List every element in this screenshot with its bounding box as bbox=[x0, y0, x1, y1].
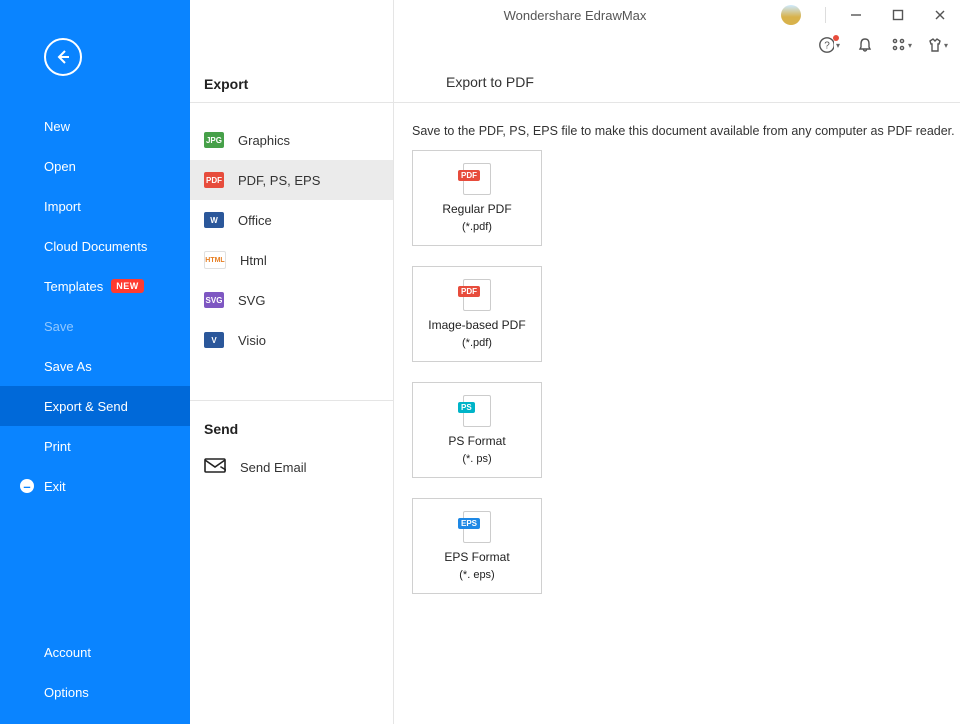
export-item-label: Visio bbox=[238, 333, 266, 348]
export-item-label: PDF, PS, EPS bbox=[238, 173, 320, 188]
export-header: Export bbox=[190, 0, 393, 104]
card-ext: (*. eps) bbox=[459, 569, 494, 581]
export-item-svg[interactable]: SVG SVG bbox=[190, 280, 393, 320]
export-item-graphics[interactable]: JPG Graphics bbox=[190, 120, 393, 160]
export-item-pdf-ps-eps[interactable]: PDF PDF, PS, EPS bbox=[190, 160, 393, 200]
card-ext: (*. ps) bbox=[462, 453, 491, 465]
sidebar-item-save: Save bbox=[0, 306, 190, 346]
sidebar-item-label: Export & Send bbox=[44, 399, 128, 414]
sidebar-nav-bottom: Account Options bbox=[0, 632, 190, 712]
export-card-grid: PDF Regular PDF (*.pdf) PDF Image-based … bbox=[412, 150, 542, 594]
new-badge: NEW bbox=[111, 279, 144, 293]
html-icon: HTML bbox=[204, 251, 226, 269]
export-format-list: JPG Graphics PDF PDF, PS, EPS W Office H… bbox=[190, 120, 393, 360]
document-icon: PDF bbox=[463, 163, 491, 195]
sidebar-item-label: Open bbox=[44, 159, 76, 174]
send-email-item[interactable]: Send Email bbox=[190, 447, 393, 487]
export-item-office[interactable]: W Office bbox=[190, 200, 393, 240]
sidebar-item-save-as[interactable]: Save As bbox=[0, 346, 190, 386]
card-image-based-pdf[interactable]: PDF Image-based PDF (*.pdf) bbox=[412, 266, 542, 362]
export-item-label: SVG bbox=[238, 293, 265, 308]
pdf-tag-icon: PDF bbox=[458, 170, 480, 181]
card-regular-pdf[interactable]: PDF Regular PDF (*.pdf) bbox=[412, 150, 542, 246]
visio-icon: V bbox=[204, 332, 224, 348]
export-column: Export JPG Graphics PDF PDF, PS, EPS W O… bbox=[190, 0, 394, 724]
back-button[interactable] bbox=[44, 38, 82, 76]
sidebar-item-label: Import bbox=[44, 199, 81, 214]
card-title: PS Format bbox=[448, 435, 505, 449]
document-icon: PDF bbox=[463, 279, 491, 311]
card-ext: (*.pdf) bbox=[462, 337, 492, 349]
document-icon: EPS bbox=[463, 511, 491, 543]
detail-panel: Export to PDF Save to the PDF, PS, EPS f… bbox=[394, 0, 960, 724]
pdf-icon: PDF bbox=[204, 172, 224, 188]
exit-icon: – bbox=[20, 479, 34, 493]
eps-tag-icon: EPS bbox=[458, 518, 480, 529]
app-root: Wondershare EdrawMax ? ▾ ▾ ▾ bbox=[0, 0, 960, 724]
svg-icon: SVG bbox=[204, 292, 224, 308]
sidebar-item-export-send[interactable]: Export & Send bbox=[0, 386, 190, 426]
sidebar-item-account[interactable]: Account bbox=[0, 632, 190, 672]
backstage-sidebar: New Open Import Cloud Documents Template… bbox=[0, 0, 190, 724]
sidebar-item-label: Account bbox=[44, 645, 91, 660]
send-header: Send bbox=[190, 401, 393, 447]
sidebar-item-label: Print bbox=[44, 439, 71, 454]
sidebar-item-options[interactable]: Options bbox=[0, 672, 190, 712]
card-ext: (*.pdf) bbox=[462, 221, 492, 233]
sidebar-item-label: Options bbox=[44, 685, 89, 700]
jpg-icon: JPG bbox=[204, 132, 224, 148]
sidebar-nav: New Open Import Cloud Documents Template… bbox=[0, 106, 190, 506]
sidebar-item-cloud-documents[interactable]: Cloud Documents bbox=[0, 226, 190, 266]
detail-title: Export to PDF bbox=[446, 74, 534, 90]
detail-hint: Save to the PDF, PS, EPS file to make th… bbox=[412, 124, 955, 138]
ps-tag-icon: PS bbox=[458, 402, 475, 413]
export-item-html[interactable]: HTML Html bbox=[190, 240, 393, 280]
envelope-icon bbox=[204, 458, 226, 477]
sidebar-item-new[interactable]: New bbox=[0, 106, 190, 146]
document-icon: PS bbox=[463, 395, 491, 427]
sidebar-item-label: New bbox=[44, 119, 70, 134]
send-item-label: Send Email bbox=[240, 460, 306, 475]
export-item-label: Html bbox=[240, 253, 267, 268]
sidebar-item-label: Save As bbox=[44, 359, 92, 374]
sidebar-item-import[interactable]: Import bbox=[0, 186, 190, 226]
sidebar-item-label: Templates bbox=[44, 279, 103, 294]
sidebar-item-templates[interactable]: Templates NEW bbox=[0, 266, 190, 306]
export-item-label: Graphics bbox=[238, 133, 290, 148]
export-item-label: Office bbox=[238, 213, 272, 228]
sidebar-item-label: Exit bbox=[44, 479, 66, 494]
sidebar-item-open[interactable]: Open bbox=[0, 146, 190, 186]
word-icon: W bbox=[204, 212, 224, 228]
export-item-visio[interactable]: V Visio bbox=[190, 320, 393, 360]
card-eps-format[interactable]: EPS EPS Format (*. eps) bbox=[412, 498, 542, 594]
card-title: Image-based PDF bbox=[428, 319, 525, 333]
card-title: EPS Format bbox=[444, 551, 509, 565]
sidebar-item-print[interactable]: Print bbox=[0, 426, 190, 466]
card-ps-format[interactable]: PS PS Format (*. ps) bbox=[412, 382, 542, 478]
sidebar-item-label: Save bbox=[44, 319, 74, 334]
card-title: Regular PDF bbox=[442, 203, 511, 217]
sidebar-item-exit[interactable]: – Exit bbox=[0, 466, 190, 506]
sidebar-item-label: Cloud Documents bbox=[44, 239, 147, 254]
pdf-tag-icon: PDF bbox=[458, 286, 480, 297]
